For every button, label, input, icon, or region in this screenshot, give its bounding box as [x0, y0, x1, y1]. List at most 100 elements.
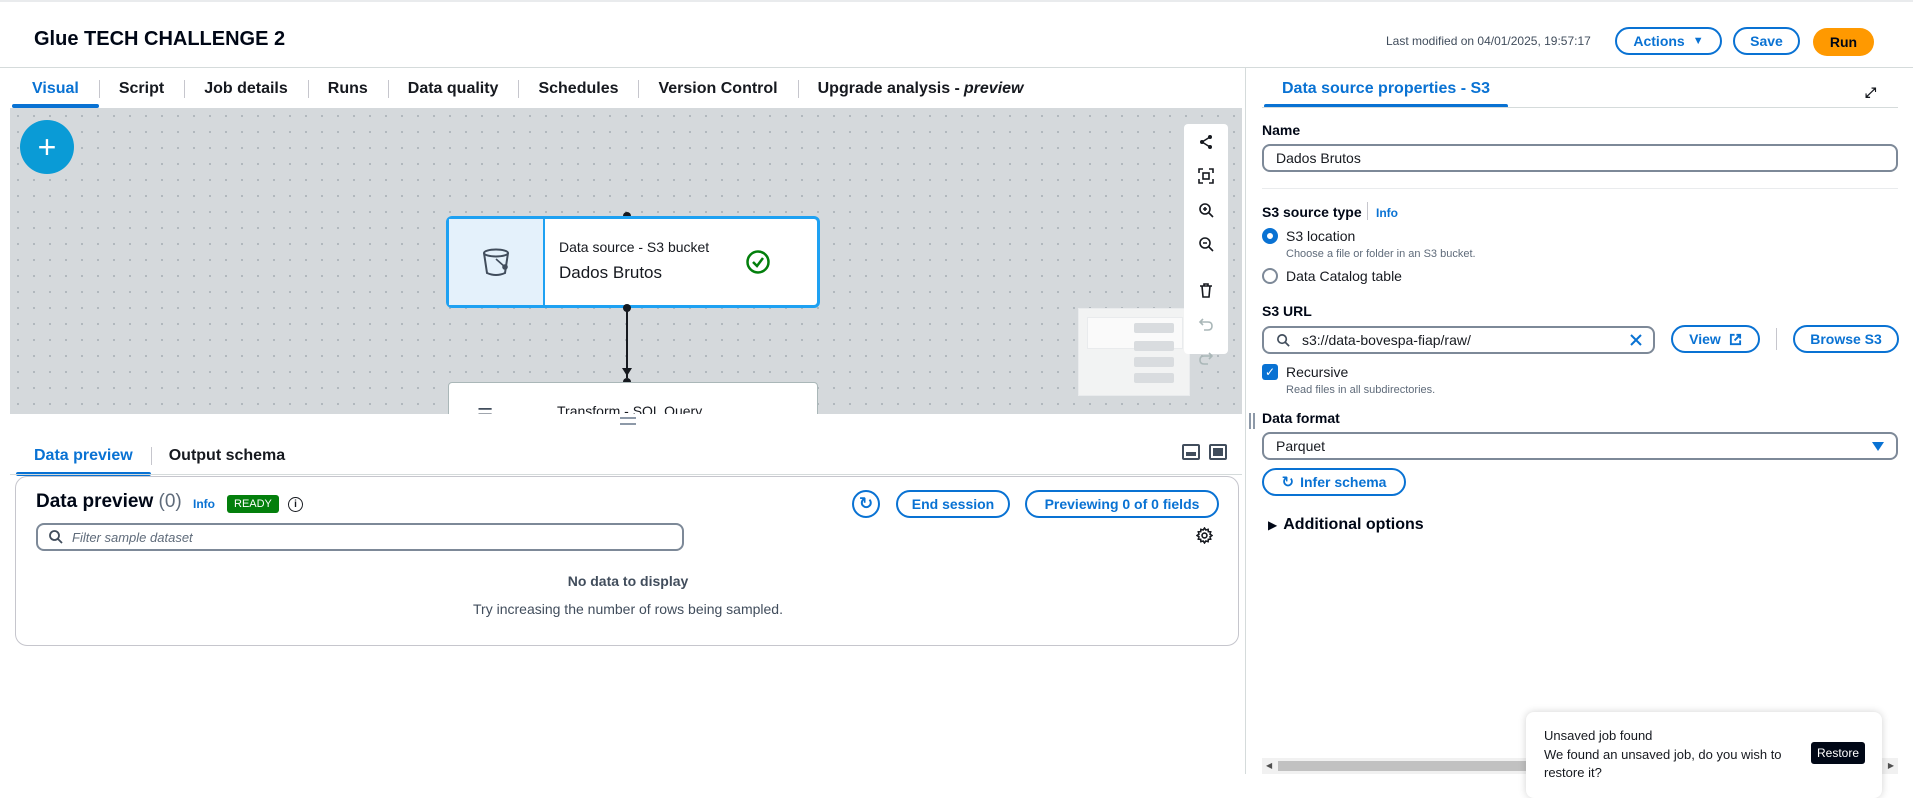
- job-title: Glue TECH CHALLENGE 2: [34, 28, 286, 50]
- canvas-minimap[interactable]: [1078, 308, 1190, 396]
- clear-icon[interactable]: [1629, 333, 1643, 347]
- status-badge: READY: [227, 495, 279, 513]
- layout-split-icon[interactable]: [1182, 444, 1200, 460]
- tab-label: Data source properties - S3: [1282, 80, 1491, 97]
- button-separator: [1776, 328, 1777, 350]
- tab-output-schema[interactable]: Output schema: [150, 444, 303, 468]
- trash-icon[interactable]: [1196, 280, 1216, 300]
- tab-data-source-properties[interactable]: Data source properties - S3: [1264, 72, 1509, 108]
- bucket-icon: [483, 248, 509, 276]
- s3-url-value: s3://data-bovespa-fiap/raw/: [1302, 332, 1471, 348]
- caret-down-icon: ▼: [1692, 35, 1704, 47]
- name-input[interactable]: Dados Brutos: [1262, 144, 1898, 172]
- fit-view-icon[interactable]: [1196, 166, 1216, 186]
- caret-right-icon: ▶: [1268, 518, 1278, 532]
- add-node-button[interactable]: +: [20, 120, 74, 174]
- vertical-resize-handle[interactable]: [1249, 413, 1255, 429]
- job-header: Glue TECH CHALLENGE 2 Last modified on 0…: [0, 2, 1913, 68]
- filter-input[interactable]: Filter sample dataset: [36, 523, 684, 551]
- node-sql-transform[interactable]: ☰ Transform - SQL Query: [448, 382, 818, 414]
- preview-title: Data preview (0): [36, 491, 182, 513]
- node-s3-source[interactable]: Data source - S3 bucket Dados Brutos: [446, 216, 820, 308]
- restore-button[interactable]: Restore: [1811, 742, 1865, 764]
- refresh-icon: ↻: [1281, 474, 1295, 491]
- refresh-button[interactable]: ↻: [852, 490, 880, 518]
- actions-label: Actions: [1633, 33, 1685, 49]
- list-icon: ☰: [477, 405, 493, 414]
- job-tabs: Visual Script Job details Runs Data qual…: [12, 76, 1043, 108]
- empty-description: Try increasing the number of rows being …: [473, 601, 783, 617]
- node-name: Dados Brutos: [559, 263, 662, 282]
- plus-icon: +: [37, 128, 57, 165]
- end-session-button[interactable]: End session: [896, 490, 1010, 518]
- undo-icon[interactable]: [1196, 314, 1216, 334]
- tab-suffix: preview: [963, 80, 1024, 97]
- data-format-value: Parquet: [1276, 438, 1326, 454]
- toast-message: We found an unsaved job, do you wish to …: [1544, 747, 1782, 780]
- radio-s3-location[interactable]: [1262, 228, 1278, 244]
- tab-data-quality[interactable]: Data quality: [387, 76, 519, 102]
- tab-script[interactable]: Script: [98, 76, 184, 102]
- view-button[interactable]: View: [1671, 325, 1760, 353]
- tabs-underline: [10, 474, 1242, 475]
- s3-location-description: Choose a file or folder in an S3 bucket.: [1286, 248, 1476, 260]
- run-label: Run: [1829, 34, 1858, 50]
- data-format-select[interactable]: Parquet: [1262, 432, 1898, 460]
- radio-data-catalog[interactable]: [1262, 268, 1278, 284]
- section-divider: [1262, 188, 1898, 189]
- redo-icon[interactable]: [1196, 348, 1216, 368]
- tab-data-preview[interactable]: Data preview: [16, 444, 151, 476]
- horizontal-resize-handle[interactable]: [620, 417, 636, 425]
- browse-s3-button[interactable]: Browse S3: [1793, 325, 1899, 353]
- save-label: Save: [1750, 33, 1783, 49]
- recursive-checkbox[interactable]: ✓: [1262, 364, 1278, 380]
- tab-label: Job details: [204, 80, 288, 97]
- s3-url-input[interactable]: s3://data-bovespa-fiap/raw/: [1262, 326, 1655, 354]
- zoom-out-icon[interactable]: [1196, 234, 1216, 254]
- scroll-right-icon[interactable]: ▶: [1888, 761, 1894, 770]
- tab-label: Data preview: [34, 447, 133, 464]
- previewing-label: Previewing 0 of 0 fields: [1044, 496, 1200, 512]
- tab-job-details[interactable]: Job details: [184, 76, 308, 102]
- tab-upgrade-analysis[interactable]: Upgrade analysis - preview: [797, 76, 1044, 102]
- gear-icon[interactable]: [1196, 527, 1213, 544]
- minimap-node: [1134, 357, 1174, 367]
- share-graph-icon[interactable]: [1196, 132, 1216, 152]
- run-button[interactable]: Run: [1813, 28, 1874, 56]
- scroll-left-icon[interactable]: ◀: [1266, 761, 1272, 770]
- caret-down-icon: [1872, 442, 1884, 451]
- minimap-node: [1134, 323, 1174, 333]
- canvas-toolbar: [1184, 124, 1228, 354]
- refresh-icon: ↻: [858, 494, 874, 513]
- tab-label: Visual: [32, 80, 79, 97]
- source-type-info-link[interactable]: Info: [1376, 206, 1398, 220]
- previewing-fields-button[interactable]: Previewing 0 of 0 fields: [1025, 490, 1219, 518]
- info-circle-icon[interactable]: i: [288, 497, 303, 512]
- actions-button[interactable]: Actions ▼: [1615, 27, 1722, 55]
- tab-label: Version Control: [658, 80, 778, 97]
- node-icon-pane: [449, 219, 545, 305]
- minimap-node: [1134, 341, 1174, 351]
- save-button[interactable]: Save: [1733, 27, 1800, 55]
- unsaved-job-toast: Unsaved job found We found an unsaved jo…: [1526, 712, 1882, 798]
- additional-options-toggle[interactable]: ▶ Additional options: [1268, 516, 1424, 534]
- tab-label: Upgrade analysis -: [817, 80, 960, 97]
- tab-schedules[interactable]: Schedules: [518, 76, 638, 102]
- info-link[interactable]: Info: [193, 497, 215, 511]
- visual-canvas[interactable]: + Data source - S3 bucket Dados Brutos ☰…: [10, 108, 1242, 414]
- data-preview-card: Data preview (0) Info READY i ↻ End sess…: [15, 476, 1239, 646]
- recursive-label: Recursive: [1286, 364, 1349, 380]
- toast-title: Unsaved job found: [1544, 728, 1653, 743]
- tab-visual[interactable]: Visual: [12, 76, 99, 108]
- view-label: View: [1689, 331, 1721, 347]
- tab-version-control[interactable]: Version Control: [638, 76, 797, 102]
- infer-schema-button[interactable]: ↻ Infer schema: [1262, 468, 1406, 496]
- layout-full-icon[interactable]: [1209, 444, 1227, 460]
- zoom-in-icon[interactable]: [1196, 200, 1216, 220]
- node-type: Data source - S3 bucket: [559, 239, 710, 255]
- external-link-icon: [1729, 333, 1741, 345]
- restore-label: Restore: [1816, 746, 1860, 760]
- tab-runs[interactable]: Runs: [307, 76, 388, 102]
- expand-icon[interactable]: ⤢: [1865, 84, 1876, 101]
- preview-title-text: Data preview: [36, 491, 154, 512]
